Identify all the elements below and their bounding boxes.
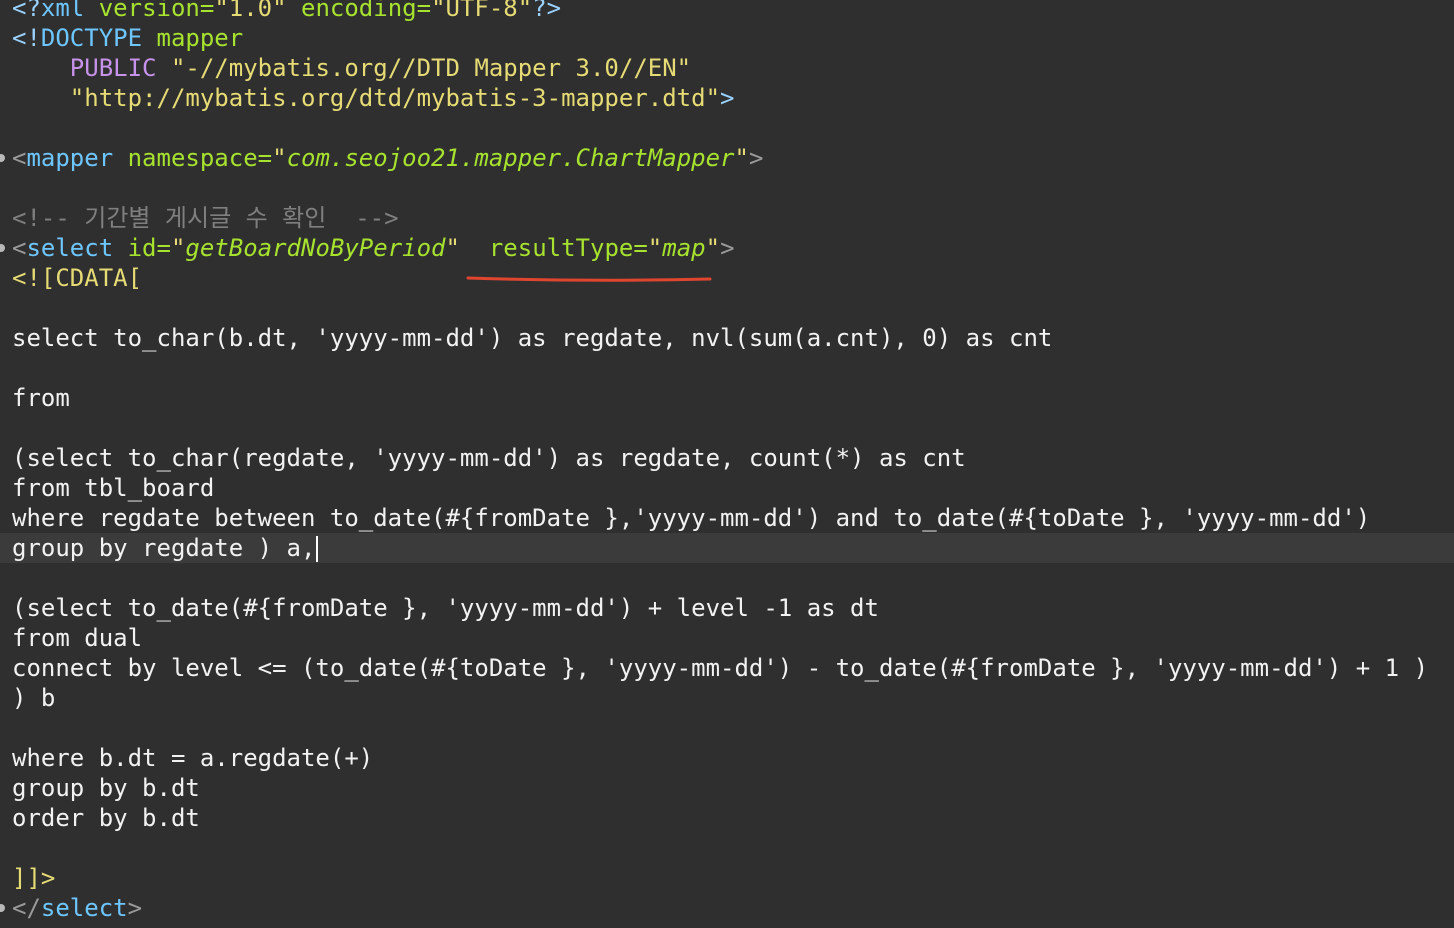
code-line-sql-subquery-a[interactable]: (select to_char(regdate, 'yyyy-mm-dd') a… [0, 443, 1454, 473]
code-line-mapper-open[interactable]: <mapper namespace="com.seojoo21.mapper.C… [0, 143, 1454, 173]
encoding-value: "UTF-8" [431, 0, 533, 22]
code-line-current[interactable]: group by regdate ) a, [0, 533, 1454, 563]
xml-open-bracket: <? [12, 0, 41, 22]
tag-open-bracket: < [12, 144, 27, 172]
id-value: getBoardNoByPeriod [185, 234, 446, 262]
public-id-string: "-//mybatis.org//DTD Mapper 3.0//EN" [156, 54, 692, 82]
sql-text: (select to_char(regdate, 'yyyy-mm-dd') a… [12, 444, 966, 472]
code-line-sql-order-by[interactable]: order by b.dt [0, 803, 1454, 833]
code-line-sql-from-dual[interactable]: from dual [0, 623, 1454, 653]
fold-marker-icon[interactable] [0, 244, 5, 252]
code-line-sql-from[interactable]: from [0, 383, 1454, 413]
code-line-sql-alias-b[interactable]: ) b [0, 683, 1454, 713]
tag-open-bracket: < [12, 234, 27, 262]
quote: " [705, 234, 721, 262]
id-attribute: id= [113, 234, 171, 262]
result-type-attribute: resultType= [459, 234, 648, 262]
sql-text: group by b.dt [12, 774, 200, 802]
code-line-select-close[interactable]: </select> [0, 893, 1454, 923]
code-line-cdata-close[interactable]: ]]> [0, 863, 1454, 893]
sql-text: order by b.dt [12, 804, 200, 832]
cdata-close: ]]> [12, 864, 56, 892]
version-value: "1.0" [214, 0, 287, 22]
code-line-doctype[interactable]: <!DOCTYPE mapper [0, 23, 1454, 53]
code-line-sql-connect-by[interactable]: connect by level <= (to_date(#{toDate },… [0, 653, 1454, 683]
encoding-attribute: encoding= [286, 0, 432, 22]
tag-close-bracket: > [748, 144, 764, 172]
fold-marker-icon[interactable] [0, 154, 5, 162]
code-line-sql-from-table[interactable]: from tbl_board [0, 473, 1454, 503]
sql-text: ) b [12, 684, 56, 712]
xml-comment: <!-- 기간별 게시글 수 확인 --> [12, 204, 399, 232]
sql-text: group by regdate ) a, [12, 534, 316, 562]
code-line-sql-subquery-b[interactable]: (select to_date(#{fromDate }, 'yyyy-mm-d… [0, 593, 1454, 623]
code-line-cdata-open[interactable]: <![CDATA[ [0, 263, 1454, 293]
fold-marker-icon[interactable] [0, 904, 5, 912]
cdata-open: <![CDATA[ [12, 264, 143, 292]
select-tag-name: select [40, 894, 128, 922]
doctype-keyword: DOCTYPE [40, 24, 143, 52]
system-id-string: "http://mybatis.org/dtd/mybatis-3-mapper… [69, 84, 721, 112]
tag-close-bracket: > [127, 894, 143, 922]
text-cursor [316, 536, 319, 562]
namespace-value: com.seojoo21.mapper.ChartMapper [286, 144, 735, 172]
quote: " [734, 144, 749, 172]
sql-text: (select to_date(#{fromDate }, 'yyyy-mm-d… [12, 594, 879, 622]
sql-text: from dual [12, 624, 143, 652]
doctype-open-bracket: <! [12, 24, 41, 52]
select-tag-name: select [26, 234, 114, 262]
code-line-sql-where-join[interactable]: where b.dt = a.regdate(+) [0, 743, 1454, 773]
sql-text: select to_char(b.dt, 'yyyy-mm-dd') as re… [12, 324, 1053, 352]
code-line-sql-where-between[interactable]: where regdate between to_date(#{fromDate… [0, 503, 1454, 533]
code-line-select-open[interactable]: <select id="getBoardNoByPeriod" resultTy… [0, 233, 1454, 263]
mapper-tag-name: mapper [26, 144, 114, 172]
code-line-sql-select[interactable]: select to_char(b.dt, 'yyyy-mm-dd') as re… [0, 323, 1454, 353]
tag-close-bracket: > [720, 234, 735, 262]
version-attribute: version= [84, 0, 215, 22]
sql-text: where regdate between to_date(#{fromDate… [12, 504, 1371, 532]
code-line-comment[interactable]: <!-- 기간별 게시글 수 확인 --> [0, 203, 1454, 233]
sql-text: from tbl_board [12, 474, 215, 502]
tag-open-bracket: </ [12, 894, 41, 922]
sql-text: connect by level <= (to_date(#{toDate },… [12, 654, 1429, 682]
code-line-system-id[interactable]: "http://mybatis.org/dtd/mybatis-3-mapper… [0, 83, 1454, 113]
public-keyword: PUBLIC [69, 54, 157, 82]
quote: " [647, 234, 663, 262]
sql-text: from [12, 384, 70, 412]
doctype-close-bracket: > [720, 84, 735, 112]
code-line-xml-declaration[interactable]: <?xml version="1.0" encoding="UTF-8"?> [0, 0, 1454, 23]
doctype-root-name: mapper [142, 24, 244, 52]
code-line-sql-group-by[interactable]: group by b.dt [0, 773, 1454, 803]
sql-text: where b.dt = a.regdate(+) [12, 744, 374, 772]
quote: " [445, 234, 460, 262]
xml-close-bracket: ?> [532, 0, 562, 22]
quote: " [272, 144, 287, 172]
code-line-public-id[interactable]: PUBLIC "-//mybatis.org//DTD Mapper 3.0//… [0, 53, 1454, 83]
xml-name: xml [40, 0, 85, 22]
quote: " [170, 234, 186, 262]
namespace-attribute: namespace= [113, 144, 273, 172]
result-type-value: map [662, 234, 706, 262]
code-editor[interactable]: <?xml version="1.0" encoding="UTF-8"?> <… [0, 0, 1454, 928]
